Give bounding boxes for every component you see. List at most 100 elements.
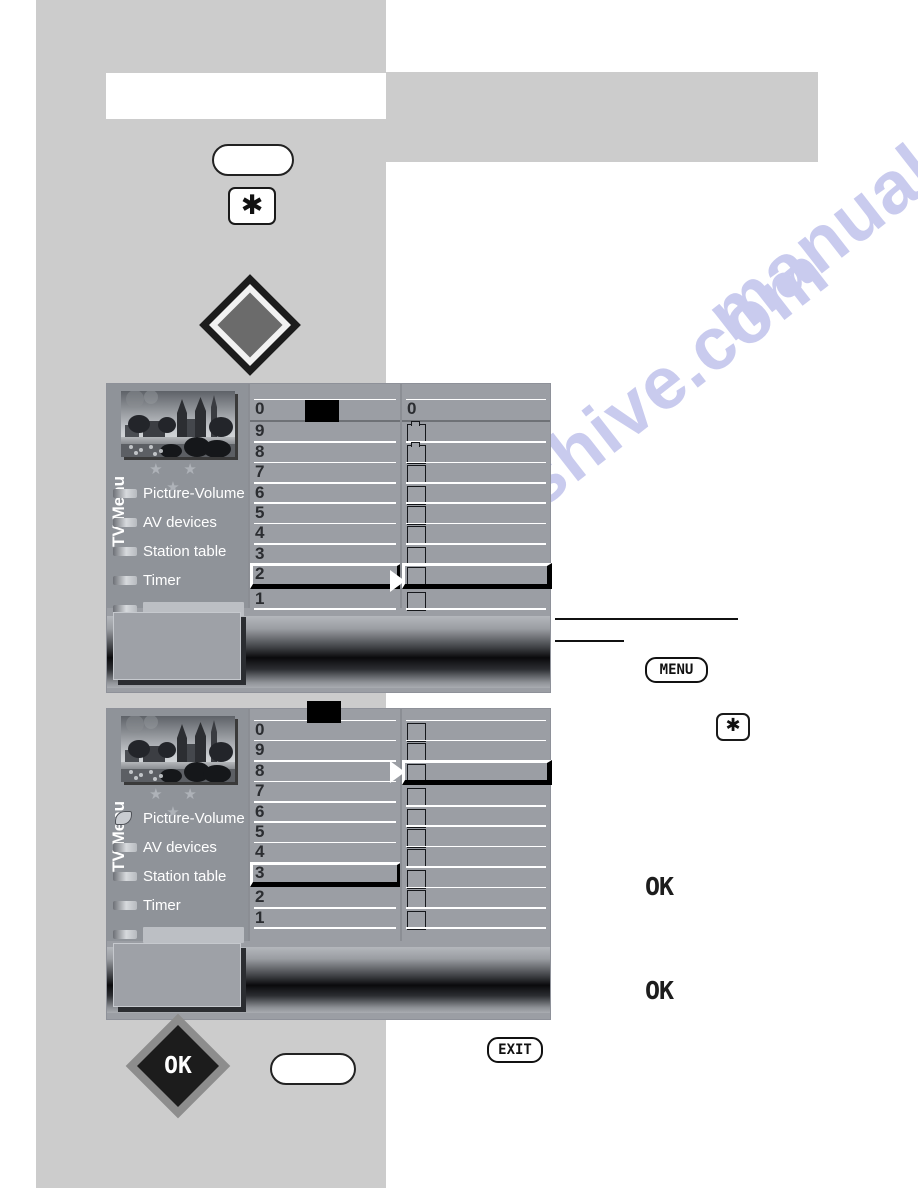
tv-osd-screenshot-1: TV-Menu ★ ★ ★ Picture-Volume AV devices … xyxy=(106,383,552,693)
tv2-right-row-2-selected[interactable] xyxy=(402,759,552,786)
tv1-right-row-8[interactable] xyxy=(402,590,550,611)
tv1-left-row-9[interactable]: 9 xyxy=(250,421,400,443)
tv1-right-row-1[interactable] xyxy=(402,441,550,464)
tv2-menu-label-1: AV devices xyxy=(143,839,217,856)
tv2-left-row-2[interactable]: 2 xyxy=(250,887,400,909)
tv1-left-row-8[interactable]: 8 xyxy=(250,442,400,464)
tv2-right-row-0[interactable] xyxy=(402,721,550,742)
body-rule-short xyxy=(555,640,624,642)
tab-icon xyxy=(113,518,137,527)
star-icon: ✱ xyxy=(725,715,741,736)
tv2-menu-list: Picture-Volume AV devices Station table … xyxy=(113,804,245,949)
tv2-right-row-9[interactable] xyxy=(402,909,550,930)
tv2-sidebar: TV-Menu ★ ★ ★ Picture-Volume AV devices … xyxy=(107,709,248,943)
tv1-menu-item-station-table[interactable]: Station table xyxy=(113,537,244,566)
menu-key-button[interactable]: MENU xyxy=(645,657,708,683)
tv2-right-row-top xyxy=(402,709,550,721)
tv2-left-row-0[interactable]: 0 xyxy=(250,720,400,742)
tv1-right-row-0[interactable] xyxy=(402,421,550,444)
tv1-menu-label-1: AV devices xyxy=(143,514,217,531)
tv1-menu-item-timer[interactable]: Timer xyxy=(113,566,244,595)
tv2-footer-box xyxy=(113,943,241,1007)
tv2-left-row-8[interactable]: 8 xyxy=(250,761,400,783)
tv1-left-row-3[interactable]: 3 xyxy=(250,544,400,566)
tv1-footer-box xyxy=(113,612,241,680)
ok-pad-diamond[interactable]: OK xyxy=(125,1013,231,1119)
tv1-column-left: 0 9 8 7 6 5 4 3 2 1 xyxy=(248,384,402,610)
tv2-menu-item-picture-volume[interactable]: Picture-Volume xyxy=(113,804,245,833)
tv2-left-row-1[interactable]: 1 xyxy=(250,908,400,929)
tab-icon xyxy=(113,930,137,939)
tv2-cursor-arrow-icon xyxy=(390,761,405,783)
tv2-right-row-3[interactable] xyxy=(402,786,550,808)
tv2-left-row-9[interactable]: 9 xyxy=(250,740,400,762)
tv1-left-row-6[interactable]: 6 xyxy=(250,483,400,504)
tv1-black-marker xyxy=(305,400,339,422)
tv2-left-selection-highlight xyxy=(250,861,402,888)
tv1-left-header-num: 0 xyxy=(255,399,265,418)
tv1-right-row-2[interactable] xyxy=(402,463,550,485)
tv1-menu-list: Picture-Volume AV devices Station table … xyxy=(113,479,245,624)
blank-pill-button-bottom[interactable] xyxy=(270,1053,356,1085)
star-button-right[interactable]: ✱ xyxy=(716,713,750,741)
tv2-footer xyxy=(107,941,550,1019)
tv2-right-row-1[interactable] xyxy=(402,741,550,763)
tv2-menu-label-3: Timer xyxy=(143,897,181,914)
tv2-preview-thumbnail xyxy=(121,716,235,782)
tv2-menu-item-timer[interactable]: Timer xyxy=(113,891,244,920)
tv1-menu-item-av-devices[interactable]: AV devices xyxy=(113,508,244,537)
tv1-footer xyxy=(107,608,550,692)
tv2-left-row-3-selected[interactable]: 3 xyxy=(250,861,402,888)
tv1-left-row-2-selected[interactable]: 2 xyxy=(250,563,402,589)
ok-pad-label: OK xyxy=(164,1053,192,1079)
star-icon: ✱ xyxy=(240,189,264,221)
tab-icon xyxy=(113,901,137,910)
tv1-preview-thumbnail xyxy=(121,391,235,457)
tv1-left-row-4[interactable]: 4 xyxy=(250,523,400,545)
tv1-menu-label-3: Timer xyxy=(143,572,181,589)
blank-pill-button-top[interactable] xyxy=(212,144,294,176)
navigation-pad-diamond[interactable] xyxy=(199,274,301,376)
tab-icon xyxy=(113,843,137,852)
tv2-column-left: 0 9 8 7 6 5 4 3 2 1 xyxy=(248,701,402,941)
menu-key-label: MENU xyxy=(659,662,694,678)
tv2-right-row-7[interactable] xyxy=(402,868,550,889)
tv1-right-selection-highlight xyxy=(402,563,552,589)
tab-icon xyxy=(113,872,137,881)
watermark-text-1: manualshive.com xyxy=(690,0,918,357)
ok-inline-label-2: OK xyxy=(645,976,674,1005)
tv1-left-row-5[interactable]: 5 xyxy=(250,503,400,525)
tv2-menu-item-station-table[interactable]: Station table xyxy=(113,862,244,891)
tv2-right-row-5[interactable] xyxy=(402,827,550,848)
tv2-right-row-4[interactable] xyxy=(402,807,550,828)
tv2-right-row-6[interactable] xyxy=(402,847,550,869)
tv1-cursor-arrow-icon xyxy=(390,570,405,592)
tab-icon xyxy=(113,576,137,585)
star-button-top[interactable]: ✱ xyxy=(228,187,276,225)
tv1-right-row-6[interactable] xyxy=(402,545,550,566)
tv1-menu-label-2: Station table xyxy=(143,543,227,560)
tv1-right-header-num: 0 xyxy=(407,399,417,418)
tv1-menu-item-picture-volume[interactable]: Picture-Volume xyxy=(113,479,245,508)
exit-key-label: EXIT xyxy=(498,1042,532,1058)
tv2-left-row-6[interactable]: 6 xyxy=(250,802,400,823)
tv1-right-row-3[interactable] xyxy=(402,484,550,505)
tv1-right-row-top xyxy=(402,384,550,400)
tv2-right-row-8[interactable] xyxy=(402,888,550,910)
tv-osd-screenshot-2: TV-Menu ★ ★ ★ Picture-Volume AV devices … xyxy=(106,701,552,1020)
leaf-icon xyxy=(113,811,137,825)
body-rule-long xyxy=(555,618,738,620)
tv1-left-row-7[interactable]: 7 xyxy=(250,462,400,484)
tv1-menu-label-0: Picture-Volume xyxy=(143,485,245,502)
tv2-left-row-5[interactable]: 5 xyxy=(250,822,400,844)
exit-key-button[interactable]: EXIT xyxy=(487,1037,543,1063)
tab-icon xyxy=(113,547,137,556)
tv1-right-row-7-selected[interactable] xyxy=(402,563,552,589)
tv2-menu-item-av-devices[interactable]: AV devices xyxy=(113,833,244,862)
tv2-left-row-7[interactable]: 7 xyxy=(250,781,400,803)
tv1-right-row-4[interactable] xyxy=(402,504,550,525)
tv1-left-row-1[interactable]: 1 xyxy=(250,589,400,610)
tv2-left-row-4[interactable]: 4 xyxy=(250,842,400,864)
tv1-right-row-5[interactable] xyxy=(402,524,550,546)
tv2-column-right xyxy=(390,709,552,941)
